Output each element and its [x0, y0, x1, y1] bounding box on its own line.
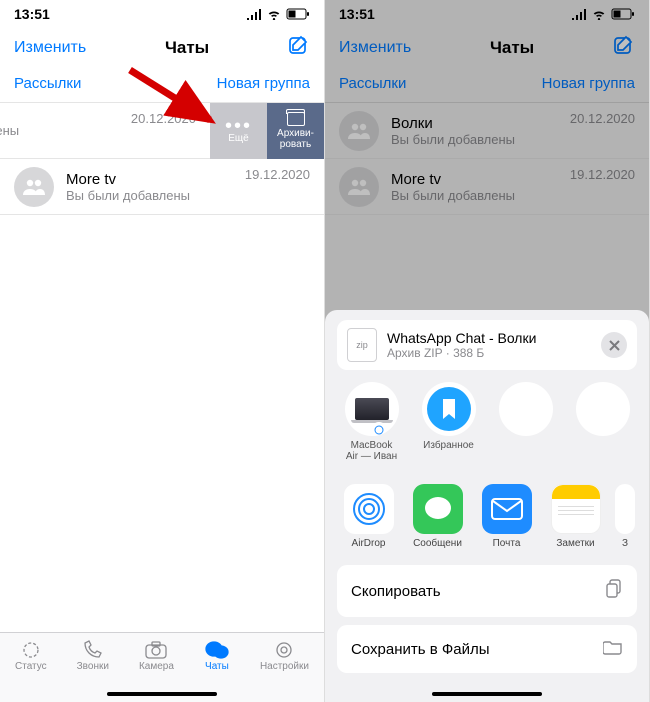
airdrop-badge-icon: [371, 422, 387, 436]
swipe-more-label: Ещё: [228, 133, 248, 144]
app-partial-icon: [615, 484, 635, 534]
app-label: AirDrop: [352, 538, 386, 549]
tab-bar: Статус Звонки Камера Чаты Настройки: [0, 632, 324, 702]
gear-icon: [271, 639, 297, 661]
status-icon: [18, 639, 44, 661]
mail-icon: [482, 484, 532, 534]
app-mail[interactable]: Почта: [477, 484, 536, 549]
swipe-archive-button[interactable]: Архиви- ровать: [267, 103, 324, 159]
share-subtitle: Архив ZIP · 388 Б: [387, 346, 601, 360]
swipe-more-button[interactable]: ••• Ещё: [210, 103, 267, 159]
broadcast-link[interactable]: Рассылки: [14, 75, 81, 92]
share-apps: AirDrop Сообщени Почта Заметки З: [337, 480, 637, 553]
group-avatar: [14, 167, 54, 207]
swipe-archive-label1: Архиви-: [277, 128, 314, 139]
close-icon: [609, 340, 620, 351]
subnav: Рассылки Новая группа: [0, 69, 324, 102]
target-label: Air — Иван: [346, 451, 397, 462]
chat-subtitle: Вы были добавлены: [66, 188, 245, 203]
nav-header: Изменить Чаты: [0, 28, 324, 69]
airdrop-target-favorites[interactable]: Избранное: [416, 382, 481, 462]
app-more[interactable]: З: [615, 484, 635, 549]
tab-status[interactable]: Статус: [15, 639, 47, 702]
compose-button[interactable]: [288, 34, 310, 61]
notes-icon: [551, 484, 601, 534]
folder-icon: [603, 639, 623, 659]
tab-label: Настройки: [260, 661, 309, 672]
chat-date: 20.12.2020: [131, 103, 196, 126]
airdrop-targets: MacBook Air — Иван Избранное: [337, 380, 637, 470]
chats-icon: [204, 639, 230, 661]
camera-icon: [143, 639, 169, 661]
action-label: Скопировать: [351, 583, 441, 600]
status-time: 13:51: [14, 6, 50, 22]
edit-button[interactable]: Изменить: [14, 39, 86, 57]
app-airdrop[interactable]: AirDrop: [339, 484, 398, 549]
action-label: Сохранить в Файлы: [351, 641, 490, 658]
chat-name: More tv: [66, 171, 245, 188]
tab-label: Камера: [139, 661, 174, 672]
target-label: Избранное: [423, 440, 474, 451]
app-notes[interactable]: Заметки: [546, 484, 605, 549]
messages-icon: [413, 484, 463, 534]
app-label: Почта: [493, 538, 521, 549]
chat-row[interactable]: More tv Вы были добавлены 19.12.2020: [0, 159, 324, 215]
share-title: WhatsApp Chat - Волки: [387, 330, 601, 346]
wifi-icon: [266, 9, 282, 20]
zip-file-icon: zip: [347, 328, 377, 362]
chat-row-swiped[interactable]: добавлены 20.12.2020 ••• Ещё Архиви- ров…: [0, 103, 324, 159]
action-save-files[interactable]: Сохранить в Файлы: [337, 625, 637, 673]
newgroup-link[interactable]: Новая группа: [217, 75, 310, 92]
chat-subtitle: добавлены: [0, 123, 131, 138]
airdrop-target-blank[interactable]: [570, 382, 635, 462]
app-messages[interactable]: Сообщени: [408, 484, 467, 549]
tab-label: Статус: [15, 661, 47, 672]
tab-label: Звонки: [77, 661, 109, 672]
share-sheet: zip WhatsApp Chat - Волки Архив ZIP · 38…: [325, 310, 649, 702]
chat-list: добавлены 20.12.2020 ••• Ещё Архиви- ров…: [0, 102, 324, 215]
app-label: Сообщени: [413, 538, 462, 549]
tab-settings[interactable]: Настройки: [260, 639, 309, 702]
group-icon: [22, 178, 46, 196]
copy-icon: [605, 579, 623, 603]
share-actions: Скопировать Сохранить в Файлы: [337, 565, 637, 673]
archive-box-icon: [287, 112, 305, 126]
airdrop-target-blank[interactable]: [493, 382, 558, 462]
phone-icon: [80, 639, 106, 661]
home-indicator[interactable]: [432, 692, 542, 696]
status-bar: 13:51: [0, 0, 324, 28]
target-label: MacBook: [351, 440, 393, 451]
macbook-icon: [355, 398, 389, 420]
home-indicator[interactable]: [107, 692, 217, 696]
airdrop-target-mac[interactable]: MacBook Air — Иван: [339, 382, 404, 462]
chat-date: 19.12.2020: [245, 159, 310, 182]
swipe-archive-label2: ровать: [280, 139, 311, 150]
action-copy[interactable]: Скопировать: [337, 565, 637, 617]
status-indicators: [246, 8, 310, 20]
close-button[interactable]: [601, 332, 627, 358]
ellipsis-icon: •••: [225, 119, 252, 133]
cell-signal-icon: [246, 9, 262, 20]
battery-icon: [286, 8, 310, 20]
compose-icon: [288, 34, 310, 56]
app-label: Заметки: [556, 538, 594, 549]
app-label: З: [622, 538, 628, 549]
tab-label: Чаты: [205, 661, 229, 672]
page-title: Чаты: [165, 38, 209, 58]
share-header: zip WhatsApp Chat - Волки Архив ZIP · 38…: [337, 320, 637, 370]
airdrop-icon: [344, 484, 394, 534]
bookmark-icon: [427, 387, 471, 431]
tab-calls[interactable]: Звонки: [77, 639, 109, 702]
